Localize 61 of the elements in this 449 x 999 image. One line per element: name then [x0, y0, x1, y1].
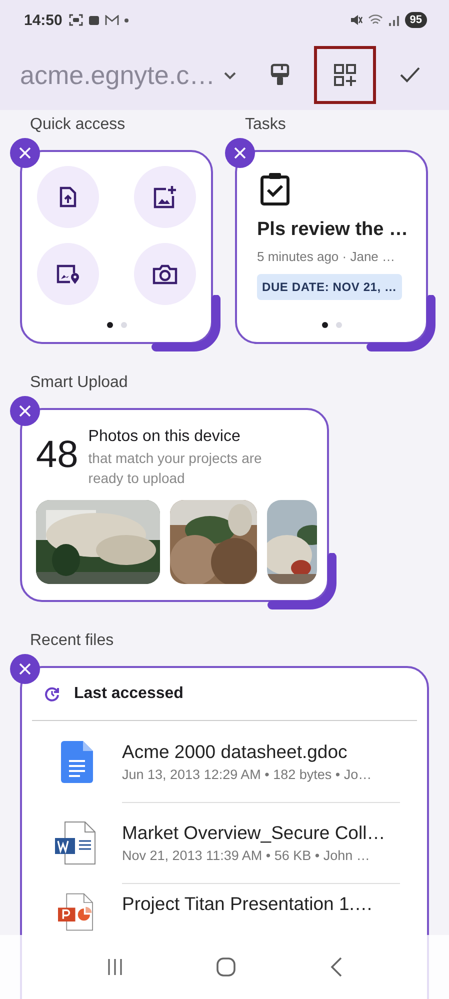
section-title: Tasks: [244, 116, 287, 135]
clipboard-check-icon: [259, 172, 291, 206]
section-title: Smart Upload: [29, 374, 129, 393]
section-title: Quick access: [29, 116, 126, 135]
remove-widget-button[interactable]: [10, 138, 40, 168]
file-row[interactable]: Market Overview_Secure Coll… Nov 21, 2013 11:39 AM • 56 KB • John …: [32, 802, 417, 883]
file-name: Project Titan Presentation 1.…: [122, 893, 374, 915]
smart-upload-card[interactable]: 48 Photos on this device that match your projects are ready to upload: [20, 408, 329, 602]
screenshot-icon: [69, 14, 84, 26]
dot-icon: [124, 18, 130, 22]
close-icon: [19, 663, 31, 675]
close-icon: [234, 147, 246, 159]
close-icon: [19, 405, 31, 417]
google-doc-icon: [61, 740, 93, 782]
resize-handle[interactable]: [365, 295, 437, 353]
remove-widget-button[interactable]: [10, 654, 40, 684]
file-row[interactable]: Project Titan Presentation 1.…: [32, 883, 417, 933]
calendar-icon: [88, 14, 100, 26]
page-indicator-dot[interactable]: [106, 322, 112, 328]
task-card[interactable]: Pls review the … 5 minutes ago · Jane … DUE DATE: NOV 21, …: [235, 150, 428, 344]
resize-handle[interactable]: [150, 295, 222, 353]
page-indicator-dot[interactable]: [336, 322, 342, 328]
add-widget-icon: [332, 63, 357, 87]
check-icon: [399, 66, 422, 84]
remove-widget-button[interactable]: [10, 396, 40, 426]
page-indicator-dot[interactable]: [120, 322, 126, 328]
task-meta: 5 minutes ago · Jane …: [257, 249, 396, 264]
site-title: acme.egnyte.c…: [20, 60, 216, 90]
paint-brush-icon: [270, 63, 290, 87]
mute-icon: [350, 14, 363, 26]
file-name: Market Overview_Secure Coll…: [122, 822, 386, 844]
smart-upload-subtitle: that match your projects are ready to upload: [88, 449, 263, 488]
resize-handle[interactable]: [266, 553, 338, 611]
home-icon: [216, 957, 236, 977]
add-image-icon: [153, 185, 177, 209]
remove-widget-button[interactable]: [225, 138, 255, 168]
wifi-icon: [368, 14, 383, 26]
smart-upload-headline: Photos on this device: [88, 428, 242, 446]
history-icon: [44, 686, 60, 702]
battery-level: 95: [404, 12, 427, 28]
task-title: Pls review the …: [257, 219, 408, 241]
recent-apps-icon: [106, 958, 123, 976]
file-row[interactable]: Acme 2000 datasheet.gdoc Jun 13, 2013 12:29 AM • 182 bytes • Jo…: [32, 721, 417, 802]
back-icon: [330, 957, 342, 977]
chevron-icon: [222, 70, 237, 80]
file-upload-icon: [59, 186, 77, 208]
photo-count: 48: [36, 436, 78, 478]
file-name: Acme 2000 datasheet.gdoc: [122, 740, 348, 762]
list-heading: Last accessed: [74, 685, 184, 703]
image-location-icon: [56, 263, 80, 285]
add-widget-button[interactable]: [314, 46, 376, 104]
signal-icon: [388, 14, 400, 26]
camera-icon: [152, 263, 178, 285]
page-indicator-dot[interactable]: [322, 322, 328, 328]
mail-icon: [105, 14, 120, 26]
file-details: Nov 21, 2013 11:39 AM • 56 KB • John …: [122, 848, 371, 862]
due-date-tag: DUE DATE: NOV 21, …: [257, 274, 402, 300]
close-icon: [19, 147, 31, 159]
file-details: Jun 13, 2013 12:29 AM • 182 bytes • Jo…: [122, 766, 373, 782]
section-title: Recent files: [29, 632, 115, 651]
status-time: 14:50: [24, 12, 62, 28]
